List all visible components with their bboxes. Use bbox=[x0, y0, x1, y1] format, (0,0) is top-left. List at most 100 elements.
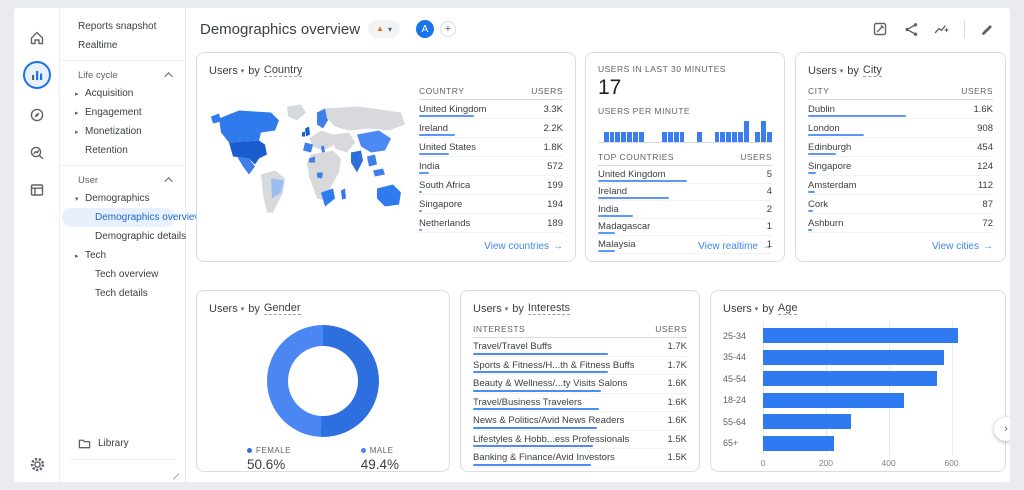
row-value: 1.8K bbox=[543, 141, 563, 153]
city-rows: Dublin 1.6K London 908 Edinburgh 454 Sin… bbox=[808, 100, 993, 233]
card-users-by-city: Users ▾ by City CITY USERS Dublin 1.6K L… bbox=[795, 52, 1006, 262]
view-countries-link[interactable]: View countries → bbox=[484, 241, 563, 252]
users-metric-dropdown[interactable]: Users ▾ bbox=[209, 65, 244, 77]
row-bar bbox=[808, 134, 864, 136]
table-row: Beauty & Wellness/...ty Visits Salons 1.… bbox=[473, 375, 687, 394]
sidebar-item-retention[interactable]: Retention bbox=[60, 141, 185, 160]
sidebar-item-acquisition[interactable]: ▸ Acquisition bbox=[60, 84, 185, 103]
dimension-link-age[interactable]: Age bbox=[777, 302, 798, 315]
dimension-link-gender[interactable]: Gender bbox=[263, 302, 301, 315]
row-label: Lifestyles & Hobb...ess Professionals bbox=[473, 433, 630, 445]
row-label: Cork bbox=[808, 198, 829, 210]
row-label: United Kingdom bbox=[419, 103, 487, 115]
comparison-chip-all-users[interactable]: A bbox=[416, 20, 435, 38]
reports-icon[interactable] bbox=[23, 61, 51, 89]
column-header-users: USERS bbox=[655, 324, 687, 334]
row-value: 572 bbox=[547, 160, 563, 172]
sidebar-item-tech[interactable]: ▸ Tech bbox=[60, 246, 185, 265]
sidebar-item-tech-details[interactable]: Tech details bbox=[60, 284, 185, 303]
sidebar-resize-handle[interactable] bbox=[172, 473, 180, 480]
sidebar-item-engagement[interactable]: ▸ Engagement bbox=[60, 103, 185, 122]
expand-arrow-icon: ▸ bbox=[75, 128, 79, 136]
table-row: Singapore 194 bbox=[419, 195, 563, 214]
caret-down-icon: ▾ bbox=[839, 67, 844, 75]
sidebar-item-label: Acquisition bbox=[85, 88, 134, 99]
chevron-up-icon bbox=[164, 177, 173, 186]
row-bar bbox=[808, 115, 907, 117]
row-bar bbox=[419, 172, 429, 174]
row-bar bbox=[419, 115, 474, 117]
view-cities-link[interactable]: View cities → bbox=[932, 241, 993, 252]
female-percentage: 50.6% bbox=[247, 457, 286, 472]
table-row: Banking & Finance/Avid Investors 1.5K bbox=[473, 449, 687, 468]
view-realtime-link[interactable]: View realtime → bbox=[698, 241, 772, 252]
age-row: 65+ bbox=[723, 433, 983, 455]
row-value: 1.6K bbox=[667, 415, 687, 427]
gender-donut bbox=[267, 325, 379, 437]
sidebar-item-label: Engagement bbox=[85, 107, 142, 118]
row-value: 1 bbox=[766, 221, 772, 233]
sidebar-item-realtime[interactable]: Realtime bbox=[60, 36, 185, 55]
sidebar-item-library[interactable]: Library bbox=[60, 432, 185, 454]
row-value: 1.7K bbox=[667, 359, 687, 371]
column-header-interests: INTERESTS bbox=[473, 324, 526, 334]
sidebar-item-demographics[interactable]: ▾ Demographics bbox=[60, 189, 185, 208]
dimension-link-country[interactable]: Country bbox=[263, 64, 303, 77]
sidebar-item-demographics-overview[interactable]: Demographics overview bbox=[62, 208, 202, 227]
admin-gear-icon[interactable] bbox=[27, 454, 47, 474]
expand-arrow-icon: ▸ bbox=[75, 90, 79, 98]
age-bar bbox=[763, 328, 958, 344]
nav-section-label: User bbox=[78, 174, 99, 186]
tick-label: 0 bbox=[760, 458, 766, 468]
table-row: Madagascar 1 bbox=[598, 219, 772, 236]
row-label: India bbox=[598, 203, 619, 215]
minute-bar bbox=[726, 131, 732, 142]
users-metric-dropdown[interactable]: Users ▾ bbox=[723, 303, 758, 315]
icon-rail bbox=[14, 8, 60, 482]
bar-track bbox=[763, 414, 983, 430]
edit-report-icon[interactable] bbox=[871, 20, 889, 38]
table-row: South Africa 199 bbox=[419, 176, 563, 195]
minute-bar bbox=[603, 131, 609, 142]
dimension-link-city[interactable]: City bbox=[862, 64, 882, 77]
column-header-top-countries: TOP COUNTRIES bbox=[598, 152, 675, 162]
add-comparison-button[interactable]: + bbox=[440, 21, 457, 37]
sidebar-item-monetization[interactable]: ▸ Monetization bbox=[60, 122, 185, 141]
row-value: 112 bbox=[977, 179, 993, 191]
card-title: Users ▾ by Interests bbox=[473, 302, 687, 315]
age-bar bbox=[763, 435, 834, 451]
folder-icon bbox=[78, 439, 91, 448]
minute-bar bbox=[767, 131, 772, 142]
nav-section-user[interactable]: User bbox=[60, 171, 185, 189]
sidebar-item-reports-snapshot[interactable]: Reports snapshot bbox=[60, 17, 185, 36]
table-row: Ireland 2.2K bbox=[419, 119, 563, 138]
dimension-link-interests[interactable]: Interests bbox=[527, 302, 571, 315]
users-metric-dropdown[interactable]: Users ▾ bbox=[473, 303, 508, 315]
data-warning-chip[interactable]: ▲ ▾ bbox=[368, 20, 401, 38]
table-row: India 2 bbox=[598, 201, 772, 219]
sidebar-item-tech-overview[interactable]: Tech overview bbox=[60, 265, 185, 284]
legend-label: FEMALE bbox=[256, 446, 292, 455]
row-label: Amsterdam bbox=[808, 179, 857, 191]
explore-icon[interactable] bbox=[27, 105, 47, 125]
customize-report-icon[interactable] bbox=[978, 20, 996, 38]
nav-section-life-cycle[interactable]: Life cycle bbox=[60, 66, 185, 84]
age-bucket-label: 35-44 bbox=[723, 352, 747, 363]
male-percentage: 49.4% bbox=[360, 457, 399, 472]
arrow-right-icon: → bbox=[983, 241, 993, 252]
sidebar-item-demographic-details[interactable]: Demographic details bbox=[60, 227, 186, 246]
insights-icon[interactable] bbox=[933, 20, 951, 38]
advertising-icon[interactable] bbox=[27, 143, 47, 163]
row-bar bbox=[808, 153, 836, 155]
arrow-right-icon: → bbox=[762, 241, 772, 252]
table-row: Ireland 4 bbox=[598, 184, 772, 201]
users-metric-dropdown[interactable]: Users ▾ bbox=[209, 303, 244, 315]
minute-bar bbox=[737, 131, 743, 142]
row-label: United States bbox=[419, 141, 477, 153]
table-row: Lifestyles & Hobb...ess Professionals 1.… bbox=[473, 431, 687, 449]
users-metric-dropdown[interactable]: Users ▾ bbox=[808, 65, 843, 77]
configure-icon[interactable] bbox=[27, 180, 47, 200]
nav-divider bbox=[60, 60, 185, 61]
home-icon[interactable] bbox=[27, 28, 47, 48]
share-icon[interactable] bbox=[902, 20, 920, 38]
